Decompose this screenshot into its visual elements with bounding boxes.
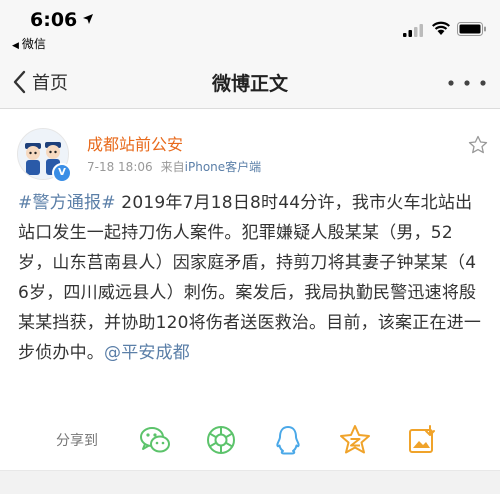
post-meta: 7-18 18:06 来自iPhone客户端 [87, 158, 261, 175]
source-app-link[interactable]: iPhone客户端 [185, 160, 262, 174]
back-to-app[interactable]: ◀ 微信 [12, 35, 46, 52]
status-bar: 6:06 ◀ 微信 [0, 0, 500, 56]
mention-link[interactable]: @平安成都 [104, 343, 190, 363]
clock: 6:06 [30, 9, 78, 31]
qzone-icon[interactable] [338, 423, 372, 457]
nav-bar: 首页 微博正文 [0, 56, 500, 109]
share-label: 分享到 [56, 433, 98, 449]
back-triangle-icon: ◀ [12, 41, 19, 51]
location-arrow-icon [83, 14, 93, 24]
post-text: 2019年7月18日8时44分许，我市火车北站出站口发生一起持刀伤人案件。犯罪嫌… [18, 193, 482, 363]
qq-icon[interactable] [271, 423, 305, 457]
wifi-icon [432, 21, 450, 35]
save-image-icon[interactable] [405, 423, 439, 457]
moments-icon[interactable] [204, 423, 238, 457]
wechat-icon[interactable] [138, 423, 172, 457]
hashtag-link[interactable]: #警方通报# [18, 193, 116, 213]
battery-icon [457, 22, 486, 36]
post-body: #警方通报# 2019年7月18日8时44分许，我市火车北站出站口发生一起持刀伤… [18, 188, 484, 368]
back-app-label: 微信 [21, 37, 46, 51]
verified-badge: V [52, 163, 72, 183]
page-title: 微博正文 [211, 73, 288, 95]
post-date: 7-18 18:06 [87, 160, 153, 174]
share-bar: 分享到 [0, 420, 500, 460]
author-name[interactable]: 成都站前公安 [87, 131, 183, 155]
more-icon[interactable] [448, 80, 486, 86]
star-icon[interactable] [468, 135, 488, 155]
source-prefix: 来自 [160, 160, 185, 174]
cellular-signal-icon [403, 24, 423, 37]
footer-divider [0, 470, 500, 494]
